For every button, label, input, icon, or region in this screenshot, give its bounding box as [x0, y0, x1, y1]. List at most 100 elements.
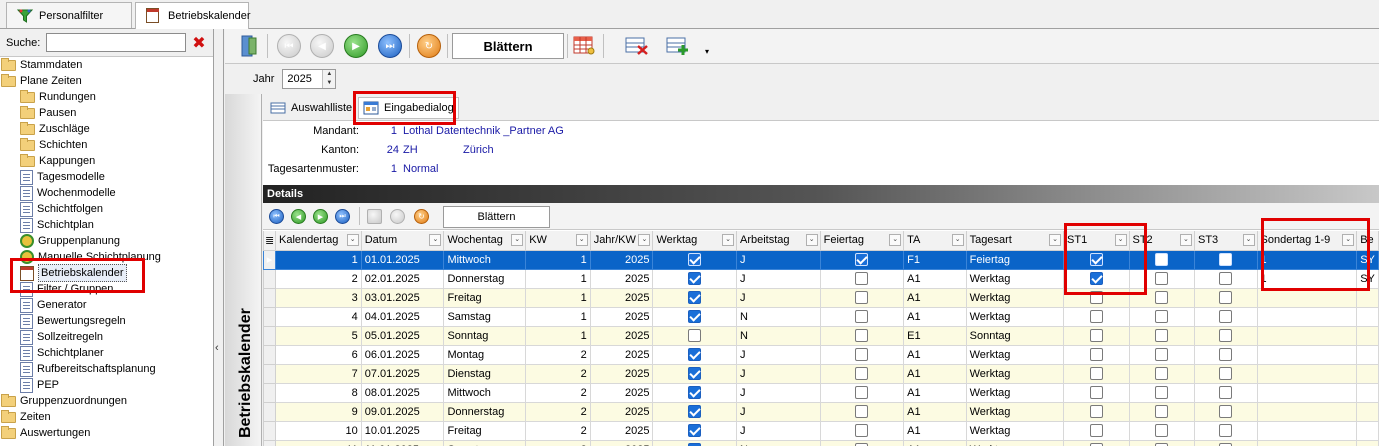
cell-arbeitstag[interactable]: J — [736, 249, 821, 270]
cell-ta[interactable]: A1 — [903, 439, 967, 446]
cell-datum[interactable]: 07.01.2025 — [360, 363, 445, 384]
refresh-button[interactable]: ↻ — [417, 34, 441, 58]
column-header[interactable]: Jahr/KW ⌄ — [589, 231, 654, 251]
row-indicator[interactable] — [263, 420, 276, 441]
column-header[interactable]: Tagesart ⌄ — [965, 231, 1065, 251]
checkbox-st2[interactable] — [1155, 405, 1169, 418]
checkbox-st1[interactable] — [1089, 329, 1103, 342]
column-header[interactable]: KW ⌄ — [525, 231, 591, 251]
tree-item[interactable]: Manuelle Schichtplanung — [0, 249, 213, 265]
cell-wochentag[interactable]: Samstag — [443, 306, 527, 327]
cell-wochentag[interactable]: Samstag — [443, 439, 527, 446]
cell-tag[interactable]: 5 — [274, 325, 362, 346]
cell-datum[interactable]: 09.01.2025 — [360, 401, 445, 422]
row-indicator[interactable] — [263, 325, 276, 346]
cell-tag[interactable]: 4 — [274, 306, 362, 327]
browse-mode-field[interactable]: Blättern — [452, 33, 564, 59]
add-record-icon[interactable] — [666, 36, 688, 56]
cell-tagesart[interactable]: Werktag — [965, 382, 1065, 403]
filter-dropdown-icon[interactable]: ⌄ — [511, 234, 524, 246]
tree-item[interactable]: Generator — [0, 297, 213, 313]
checkbox-st1[interactable] — [1089, 291, 1103, 304]
cell-extra[interactable] — [1356, 439, 1379, 446]
cell-kw[interactable]: 1 — [525, 325, 591, 346]
cell-tagesart[interactable]: Sonntag — [965, 325, 1065, 346]
checkbox-st3[interactable] — [1219, 253, 1233, 266]
kanton-id[interactable]: 24 — [367, 144, 403, 156]
checkbox-feiertag[interactable] — [855, 424, 869, 437]
cell-ta[interactable]: A1 — [903, 306, 967, 327]
cell-jahrkw[interactable]: 2025 — [589, 287, 654, 308]
row-indicator[interactable] — [263, 306, 276, 327]
cell-tagesart[interactable]: Werktag — [965, 439, 1065, 446]
checkbox-st1[interactable] — [1089, 310, 1103, 323]
cell-kw[interactable]: 2 — [525, 363, 591, 384]
checkbox-werktag[interactable] — [688, 310, 702, 323]
checkbox-werktag[interactable] — [688, 367, 702, 380]
cell-tag[interactable]: 11 — [274, 439, 362, 446]
tree-item[interactable]: Zuschläge — [0, 121, 213, 137]
checkbox-werktag[interactable] — [688, 405, 702, 418]
cell-ta[interactable]: A1 — [903, 420, 967, 441]
cell-datum[interactable]: 10.01.2025 — [360, 420, 445, 441]
checkbox-werktag[interactable] — [688, 329, 702, 342]
filter-dropdown-icon[interactable]: ⌄ — [638, 234, 651, 246]
cell-tag[interactable]: 2 — [274, 268, 362, 289]
cell-sondertag[interactable]: 1 — [1256, 249, 1358, 270]
checkbox-st2[interactable] — [1155, 329, 1169, 342]
cell-kw[interactable]: 2 — [525, 382, 591, 403]
spinner-arrows-icon[interactable]: ▲ ▼ — [322, 70, 336, 88]
checkbox-st1[interactable] — [1089, 253, 1103, 266]
row-indicator[interactable]: ▸ — [263, 249, 276, 270]
cell-tagesart[interactable]: Werktag — [965, 344, 1065, 365]
table-row[interactable]: 8 08.01.2025 Mittwoch 2 2025 J A1 Werktag — [263, 382, 1379, 403]
cell-extra[interactable]: SY — [1356, 249, 1379, 270]
cell-arbeitstag[interactable]: J — [736, 363, 821, 384]
column-header[interactable]: ST1 ⌄ — [1063, 231, 1130, 251]
column-header[interactable]: Feiertag ⌄ — [819, 231, 905, 251]
table-row[interactable]: 9 09.01.2025 Donnerstag 2 2025 J A1 Werktag — [263, 401, 1379, 422]
table-row[interactable]: 7 07.01.2025 Dienstag 2 2025 J A1 Werktag — [263, 363, 1379, 384]
filter-dropdown-icon[interactable]: ⌄ — [346, 234, 359, 246]
cell-tagesart[interactable]: Werktag — [965, 268, 1065, 289]
mandant-id[interactable]: 1 — [367, 125, 403, 137]
row-indicator[interactable] — [263, 363, 276, 384]
table-view-icon[interactable] — [573, 36, 595, 56]
cell-jahrkw[interactable]: 2025 — [589, 249, 654, 270]
filter-dropdown-icon[interactable]: ⌄ — [805, 234, 818, 246]
column-header[interactable]: ST3 ⌄ — [1193, 231, 1258, 251]
details-last-button[interactable]: ⏭ — [335, 209, 350, 224]
row-indicator[interactable] — [263, 344, 276, 365]
cell-tag[interactable]: 1 — [274, 249, 362, 270]
cell-kw[interactable]: 2 — [525, 439, 591, 446]
cell-arbeitstag[interactable]: J — [736, 268, 821, 289]
cell-tagesart[interactable]: Werktag — [965, 401, 1065, 422]
tree-item[interactable]: Sollzeitregeln — [0, 329, 213, 345]
tab-personalfilter[interactable]: Personalfilter — [6, 2, 132, 28]
cell-jahrkw[interactable]: 2025 — [589, 325, 654, 346]
checkbox-st2[interactable] — [1155, 386, 1169, 399]
filter-dropdown-icon[interactable]: ⌄ — [1179, 234, 1192, 246]
checkbox-feiertag[interactable] — [855, 405, 869, 418]
table-row[interactable]: 3 03.01.2025 Freitag 1 2025 J A1 Werktag — [263, 287, 1379, 308]
cell-sondertag[interactable] — [1256, 420, 1358, 441]
checkbox-st3[interactable] — [1219, 272, 1233, 285]
cell-tag[interactable]: 6 — [274, 344, 362, 365]
cell-datum[interactable]: 04.01.2025 — [360, 306, 445, 327]
cell-jahrkw[interactable]: 2025 — [589, 306, 654, 327]
tree-item[interactable]: PEP — [0, 377, 213, 393]
cell-ta[interactable]: A1 — [903, 287, 967, 308]
cell-arbeitstag[interactable]: N — [736, 325, 821, 346]
tree-item[interactable]: Zeiten — [0, 409, 213, 425]
cell-tagesart[interactable]: Werktag — [965, 363, 1065, 384]
cell-arbeitstag[interactable]: N — [736, 439, 821, 446]
tree-item[interactable]: Filter / Gruppen — [0, 281, 213, 297]
cell-sondertag[interactable] — [1256, 306, 1358, 327]
tagesartenmuster-id[interactable]: 1 — [367, 163, 403, 175]
cell-tagesart[interactable]: Werktag — [965, 420, 1065, 441]
tree-item[interactable]: Kappungen — [0, 153, 213, 169]
checkbox-werktag[interactable] — [688, 386, 702, 399]
tree-item[interactable]: Plane Zeiten — [0, 73, 213, 89]
checkbox-st1[interactable] — [1089, 405, 1103, 418]
checkbox-werktag[interactable] — [688, 291, 702, 304]
